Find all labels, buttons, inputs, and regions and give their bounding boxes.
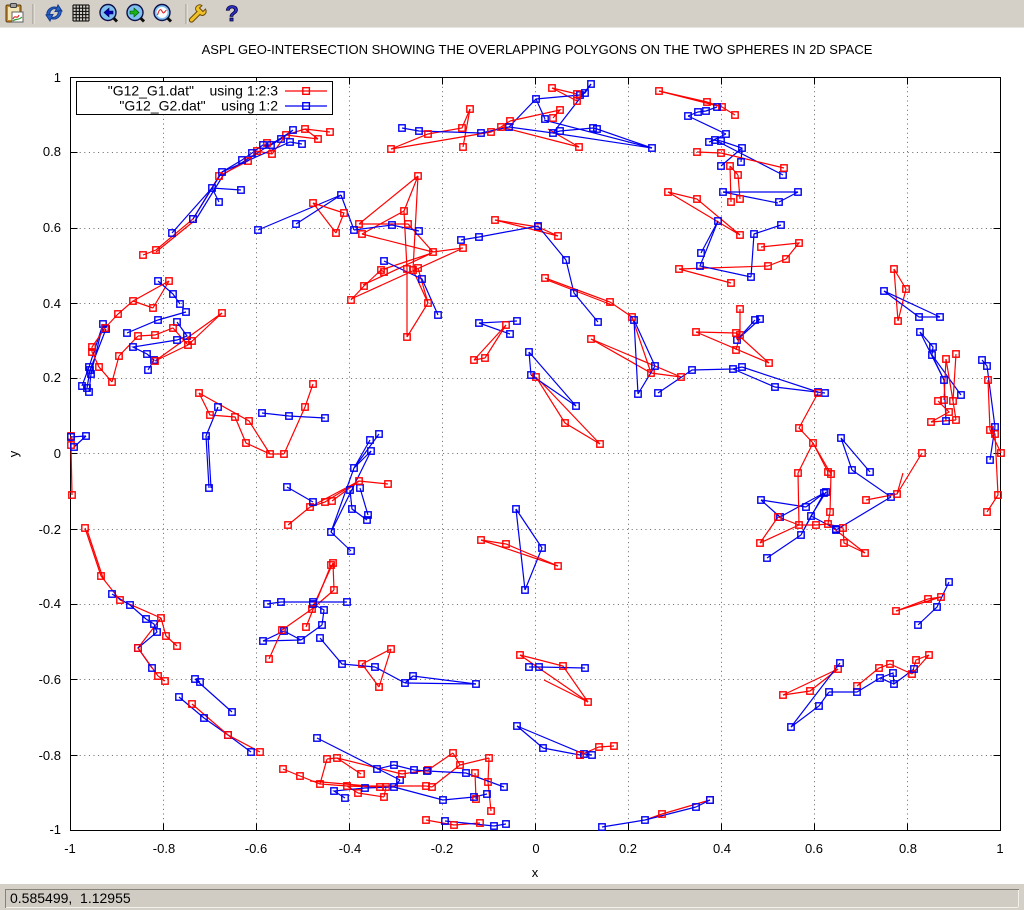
svg-text:x: x <box>532 865 539 880</box>
svg-text:?: ? <box>225 1 238 26</box>
svg-text:0.4: 0.4 <box>43 296 61 311</box>
svg-text:0.6: 0.6 <box>43 220 61 235</box>
svg-text:0.585499, 1.12955: 0.585499, 1.12955 <box>10 890 131 906</box>
svg-text:ASPL GEO-INTERSECTION SHOWING: ASPL GEO-INTERSECTION SHOWING THE OVERLA… <box>202 42 873 57</box>
svg-text:-0.4: -0.4 <box>39 596 61 611</box>
svg-text:-0.2: -0.2 <box>431 841 453 856</box>
svg-text:-0.6: -0.6 <box>245 841 267 856</box>
svg-text:0.8: 0.8 <box>43 144 61 159</box>
svg-text:0.4: 0.4 <box>713 841 731 856</box>
svg-text:-0.2: -0.2 <box>39 522 61 537</box>
svg-text:0: 0 <box>54 446 61 461</box>
svg-text:0.2: 0.2 <box>619 841 637 856</box>
svg-text:0: 0 <box>532 841 539 856</box>
svg-text:-0.8: -0.8 <box>153 841 175 856</box>
svg-text:"G12_G1.dat" using 1:2:3: "G12_G1.dat" using 1:2:3 <box>108 83 278 99</box>
svg-text:1: 1 <box>996 841 1003 856</box>
svg-text:-1: -1 <box>64 841 76 856</box>
svg-text:0.6: 0.6 <box>805 841 823 856</box>
svg-text:0.8: 0.8 <box>899 841 917 856</box>
svg-text:y: y <box>6 450 21 457</box>
svg-text:-1: -1 <box>49 822 61 837</box>
svg-text:"G12_G2.dat" using 1:2: "G12_G2.dat" using 1:2 <box>119 98 278 114</box>
svg-text:-0.8: -0.8 <box>39 748 61 763</box>
svg-text:0.2: 0.2 <box>43 370 61 385</box>
svg-text:-0.6: -0.6 <box>39 672 61 687</box>
svg-text:1: 1 <box>54 70 61 85</box>
svg-text:-0.4: -0.4 <box>339 841 361 856</box>
